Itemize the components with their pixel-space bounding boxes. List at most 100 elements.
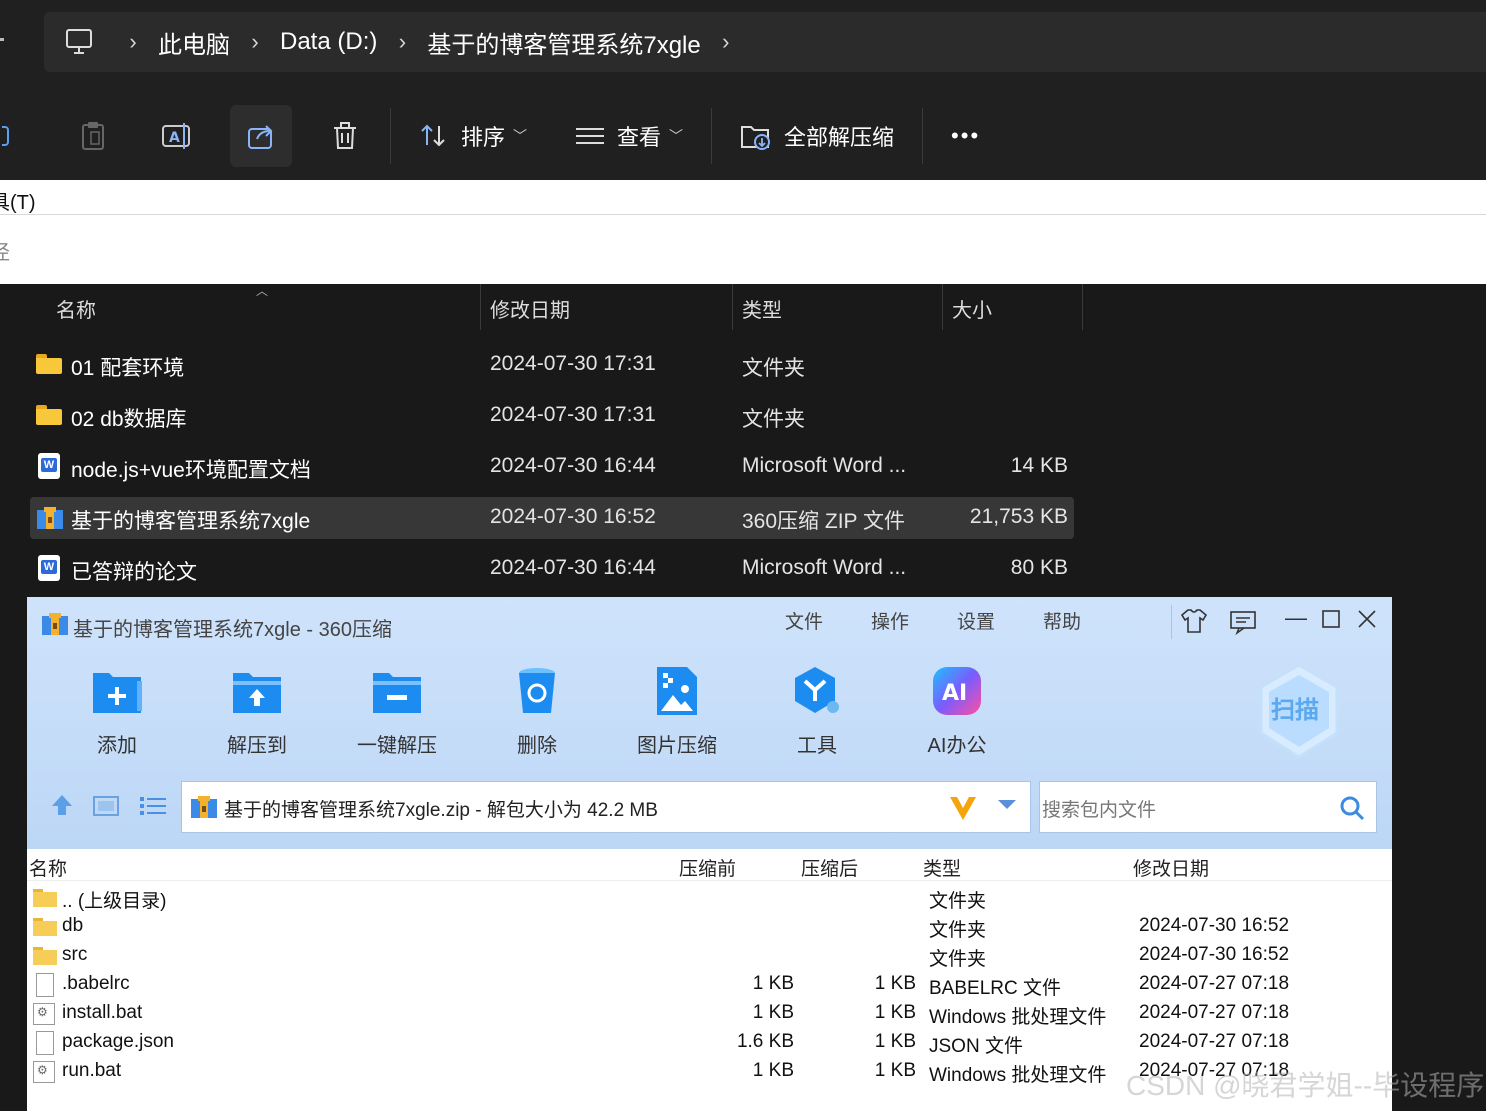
file-size: 80 KB xyxy=(1010,556,1068,579)
tools-button[interactable]: 工具 xyxy=(757,663,877,758)
archive-row-parent[interactable]: .. (上级目录) 文件夹 xyxy=(27,884,1392,913)
batch-file-icon xyxy=(33,1003,57,1025)
breadcrumb-data-drive[interactable]: Data (D:) xyxy=(280,28,377,56)
file-icon xyxy=(33,1031,57,1055)
image-compress-button[interactable]: 图片压缩 xyxy=(617,663,737,758)
archive-path-bar[interactable]: 基于的博客管理系统7xgle.zip - 解包大小为 42.2 MB xyxy=(181,781,1031,833)
file-name: 01 配套环境 xyxy=(71,357,185,380)
chevron-right-icon[interactable]: › xyxy=(108,29,158,55)
archive-row[interactable]: .babelrc 1 KB 1 KB BABELRC 文件 2024-07-27… xyxy=(27,971,1392,1000)
chevron-right-icon[interactable]: › xyxy=(230,29,280,55)
column-header-name[interactable]: 名称 xyxy=(29,854,67,881)
archive-item-type: 文件夹 xyxy=(929,891,987,912)
search-icon[interactable] xyxy=(1338,794,1366,827)
archive-item-type: Windows 批处理文件 xyxy=(929,1065,1107,1086)
column-header-size[interactable]: 大小 xyxy=(952,294,992,323)
feedback-icon[interactable] xyxy=(1229,609,1257,641)
file-name: 基于的博客管理系统7xgle xyxy=(71,510,311,533)
list-view-icon[interactable] xyxy=(139,795,167,822)
archive-row[interactable]: install.bat 1 KB 1 KB Windows 批处理文件 2024… xyxy=(27,1000,1392,1029)
menu-help[interactable]: 帮助 xyxy=(1043,607,1081,634)
up-level-icon[interactable] xyxy=(49,793,75,822)
archive-item-name: db xyxy=(62,915,84,936)
file-row[interactable]: node.js+vue环境配置文档 2024-07-30 16:44 Micro… xyxy=(30,446,1074,488)
archive-item-name: install.bat xyxy=(62,1002,143,1023)
breadcrumb-folder[interactable]: 基于的博客管理系统7xgle xyxy=(427,25,700,60)
rename-icon[interactable]: A xyxy=(146,105,208,167)
maximize-icon[interactable] xyxy=(1321,609,1341,635)
archive-row[interactable]: src 文件夹 2024-07-30 16:52 xyxy=(27,942,1392,971)
breadcrumb-this-pc[interactable]: 此电脑 xyxy=(158,25,230,60)
archive-item-date: 2024-07-27 07:18 xyxy=(1139,1002,1290,1023)
vip-badge-icon[interactable] xyxy=(948,794,978,827)
column-divider[interactable] xyxy=(1082,284,1083,330)
tools-label: 工具 xyxy=(797,735,837,757)
cut-icon[interactable] xyxy=(0,105,14,167)
menu-file[interactable]: 文件 xyxy=(785,607,823,634)
chevron-right-icon[interactable]: › xyxy=(377,29,427,55)
svg-text:A: A xyxy=(169,130,180,146)
file-type: Microsoft Word ... xyxy=(742,454,907,477)
more-options-button[interactable]: ••• xyxy=(937,105,994,167)
column-header-after[interactable]: 压缩后 xyxy=(801,854,858,881)
command-bar: A 排序 ﹀ 查看 ﹀ 全部解压缩 ••• xyxy=(0,92,1486,180)
add-button[interactable]: 添加 xyxy=(57,663,177,758)
column-header-date[interactable]: 修改日期 xyxy=(1133,854,1209,881)
tools-menu-item[interactable]: 具(T) xyxy=(0,186,36,215)
minimize-icon[interactable]: — xyxy=(1285,605,1307,631)
column-header-name[interactable]: 名称 xyxy=(56,294,96,323)
separator xyxy=(390,108,391,164)
file-row[interactable]: 01 配套环境 2024-07-30 17:31 文件夹 xyxy=(30,344,1074,386)
archive-item-name: .babelrc xyxy=(62,973,130,994)
sort-button[interactable]: 排序 ﹀ xyxy=(405,105,541,167)
column-header-type[interactable]: 类型 xyxy=(923,854,961,881)
file-name: node.js+vue环境配置文档 xyxy=(71,459,311,482)
file-icon xyxy=(33,973,57,997)
zip-window-title: 基于的博客管理系统7xgle - 360压缩 xyxy=(73,619,392,641)
archive-item-type: JSON 文件 xyxy=(929,1036,1023,1057)
share-icon[interactable] xyxy=(230,105,292,167)
column-header-date[interactable]: 修改日期 xyxy=(490,294,570,323)
image-compress-icon xyxy=(649,663,705,719)
extract-to-button[interactable]: 解压到 xyxy=(197,663,317,758)
thumbnail-view-icon[interactable] xyxy=(93,795,119,822)
column-header-before[interactable]: 压缩前 xyxy=(679,854,736,881)
menu-settings[interactable]: 设置 xyxy=(957,607,995,634)
delete-icon[interactable] xyxy=(314,105,376,167)
file-name: 已答辩的论文 xyxy=(71,561,197,584)
column-header-type[interactable]: 类型 xyxy=(742,294,782,323)
column-divider[interactable] xyxy=(942,284,943,330)
extract-to-label: 解压到 xyxy=(227,735,287,757)
archive-search-input[interactable]: 搜索包内文件 xyxy=(1039,781,1377,833)
view-button[interactable]: 查看 ﹀ xyxy=(561,105,697,167)
path-field[interactable]: 径 xyxy=(0,236,10,265)
address-strip: › 此电脑 › Data (D:) › 基于的博客管理系统7xgle › xyxy=(0,0,1486,92)
chevron-down-icon[interactable] xyxy=(996,798,1018,817)
ai-office-label: AI办公 xyxy=(927,735,987,757)
ai-office-button[interactable]: AI AI办公 xyxy=(897,663,1017,758)
scan-button[interactable]: 扫描 xyxy=(1257,663,1341,759)
computer-icon[interactable] xyxy=(64,27,94,57)
sort-label: 排序 xyxy=(461,125,506,150)
file-row[interactable]: 02 db数据库 2024-07-30 17:31 文件夹 xyxy=(30,395,1074,437)
chevron-right-icon[interactable]: › xyxy=(701,29,751,55)
file-date: 2024-07-30 16:52 xyxy=(490,505,656,528)
close-icon[interactable] xyxy=(1357,609,1377,635)
address-bar[interactable]: › 此电脑 › Data (D:) › 基于的博客管理系统7xgle › xyxy=(44,12,1486,72)
menu-operate[interactable]: 操作 xyxy=(871,607,909,634)
archive-item-size-after: 1 KB xyxy=(874,1002,916,1023)
skin-icon[interactable] xyxy=(1179,607,1209,641)
file-row-selected[interactable]: 基于的博客管理系统7xgle 2024-07-30 16:52 360压缩 ZI… xyxy=(30,497,1074,539)
paste-icon[interactable] xyxy=(62,105,124,167)
column-divider[interactable] xyxy=(480,284,481,330)
one-click-extract-button[interactable]: 一键解压 xyxy=(337,663,457,758)
archive-row[interactable]: db 文件夹 2024-07-30 16:52 xyxy=(27,913,1392,942)
extract-all-button[interactable]: 全部解压缩 xyxy=(726,105,908,167)
delete-button[interactable]: 删除 xyxy=(477,663,597,758)
archive-row[interactable]: package.json 1.6 KB 1 KB JSON 文件 2024-07… xyxy=(27,1029,1392,1058)
column-divider[interactable] xyxy=(732,284,733,330)
zip-app-icon xyxy=(41,611,68,635)
ai-icon-text: AI xyxy=(942,681,967,706)
archive-item-name: package.json xyxy=(62,1031,174,1052)
file-row[interactable]: 已答辩的论文 2024-07-30 16:44 Microsoft Word .… xyxy=(30,548,1074,590)
